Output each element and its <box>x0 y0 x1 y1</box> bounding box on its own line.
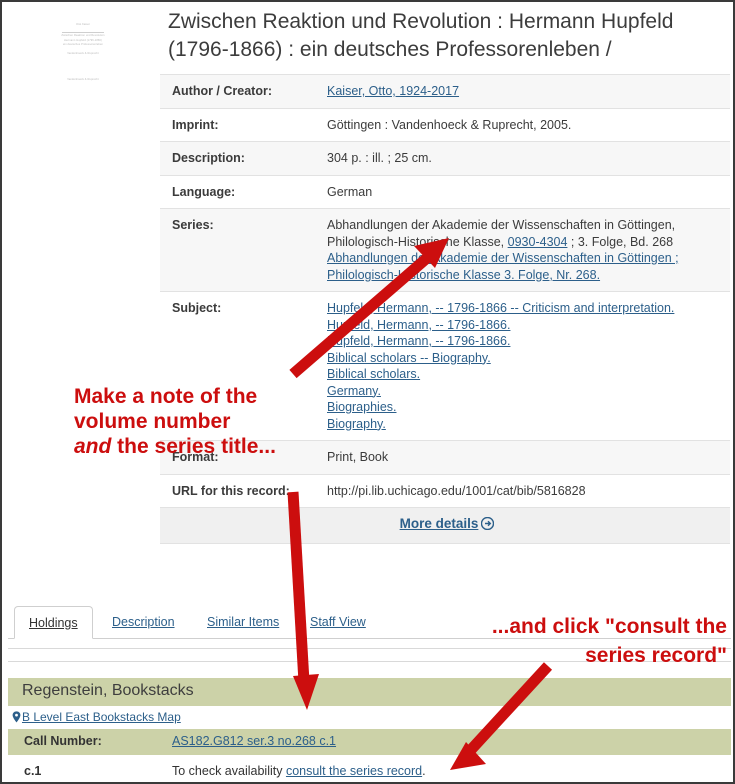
annotation-right-line1: ...and click "consult the <box>491 615 727 638</box>
tab-holdings-label: Holdings <box>29 616 78 630</box>
bookstacks-map-link[interactable]: B Level East Bookstacks Map <box>22 710 181 724</box>
annotation-left-line3: and the series title... <box>74 434 344 459</box>
field-value-format: Print, Book <box>315 440 730 474</box>
tab-similar-items-label: Similar Items <box>207 615 280 629</box>
call-number-label: Call Number: <box>24 734 102 748</box>
field-value-url: http://pi.lib.uchicago.edu/1001/cat/bib/… <box>315 473 730 508</box>
table-row: Imprint: Göttingen : Vandenhoeck & Rupre… <box>160 107 730 142</box>
call-number-value: AS182.G812 ser.3 no.268 c.1 <box>172 734 336 748</box>
field-label-series: Series: <box>160 208 315 292</box>
bib-details-table: Author / Creator: Kaiser, Otto, 1924-201… <box>160 74 730 544</box>
subject-link[interactable]: Hupfeld, Hermann, -- 1796-1866. <box>327 334 510 348</box>
tab-holdings[interactable]: Holdings <box>14 606 93 639</box>
field-value-author: Kaiser, Otto, 1924-2017 <box>315 74 730 108</box>
screenshot-frame: Otto Kaiser Zwischen Reaktion und Revolu… <box>0 0 735 784</box>
subject-link[interactable]: Hupfeld, Hermann, -- 1796-1866. <box>327 318 510 332</box>
cover-line-2: Hermann Hupfeld (1796-1866) <box>64 39 102 42</box>
annotation-left-line2: volume number <box>74 410 231 433</box>
field-label-language: Language: <box>160 174 315 209</box>
call-number-link[interactable]: AS182.G812 ser.3 no.268 c.1 <box>172 734 336 748</box>
holdings-copy-row: c.1 To check availability consult the ser… <box>8 759 731 782</box>
series-title-link[interactable]: Abhandlungen der Akademie der Wissenscha… <box>327 251 679 282</box>
tab-staff-view-label: Staff View <box>310 615 366 629</box>
bibliographic-record: Zwischen Reaktion und Revolution : Herma… <box>160 8 730 544</box>
map-pin-icon <box>12 711 21 726</box>
annotation-right-line2: series record" <box>585 644 727 667</box>
table-row: Description: 304 p. : ill. ; 25 cm. <box>160 141 730 175</box>
tab-staff-view[interactable]: Staff View <box>296 606 380 639</box>
annotation-left: Make a note of the volume number and the… <box>74 384 344 459</box>
subject-link[interactable]: Biblical scholars -- Biography. <box>327 351 491 365</box>
field-label-imprint: Imprint: <box>160 107 315 142</box>
more-details-link[interactable]: More details <box>400 516 479 531</box>
holdings-location-label: Regenstein, Bookstacks <box>22 682 194 699</box>
table-row-series: Series: Abhandlungen der Akademie der Wi… <box>160 208 730 292</box>
annotation-left-line3-rest: the series title... <box>111 435 276 458</box>
tab-description-label: Description <box>112 615 175 629</box>
arrow-right-circle-icon <box>481 516 495 535</box>
page-title: Zwischen Reaktion und Revolution : Herma… <box>168 10 674 61</box>
field-value-subject: Hupfeld, Hermann, -- 1796-1866 -- Critic… <box>315 291 730 441</box>
field-value-series: Abhandlungen der Akademie der Wissenscha… <box>315 208 730 292</box>
copy-label: c.1 <box>24 764 42 778</box>
field-value-language: German <box>315 174 730 209</box>
subject-link[interactable]: Hupfeld, Hermann, -- 1796-1866 -- Critic… <box>327 301 674 315</box>
series-volume-text: ; 3. Folge, Bd. 268 <box>570 234 674 249</box>
tab-similar-items[interactable]: Similar Items <box>193 606 293 639</box>
field-label-description: Description: <box>160 141 315 175</box>
author-link[interactable]: Kaiser, Otto, 1924-2017 <box>327 84 459 98</box>
field-value-imprint: Göttingen : Vandenhoeck & Ruprecht, 2005… <box>315 107 730 142</box>
availability-text: To check availability <box>172 764 286 778</box>
annotation-left-line3-italic: and <box>74 435 112 458</box>
more-details-label: More details <box>399 516 479 531</box>
cover-publisher: Vandenhoeck & Ruprecht <box>67 78 99 81</box>
table-row: Language: German <box>160 174 730 209</box>
field-label-author: Author / Creator: <box>160 74 315 108</box>
book-cover-thumbnail[interactable]: Otto Kaiser Zwischen Reaktion und Revolu… <box>50 10 116 94</box>
more-details-row[interactable]: More details <box>160 507 730 544</box>
catalog-record-page: Otto Kaiser Zwischen Reaktion und Revolu… <box>2 2 733 782</box>
availability-value: To check availability consult the series… <box>172 764 426 778</box>
annotation-right: ...and click "consult the series record" <box>402 612 727 670</box>
field-value-description: 304 p. : ill. ; 25 cm. <box>315 141 730 175</box>
subject-link[interactable]: Biblical scholars. <box>327 367 420 381</box>
holdings-location-header: Regenstein, Bookstacks <box>8 678 731 706</box>
field-label-url: URL for this record: <box>160 473 315 508</box>
annotation-left-line1: Make a note of the <box>74 385 258 408</box>
holdings-map-row: B Level East Bookstacks Map <box>8 710 731 726</box>
more-details-cell[interactable]: More details <box>160 507 730 544</box>
table-row: URL for this record: http://pi.lib.uchic… <box>160 473 730 508</box>
table-row: Author / Creator: Kaiser, Otto, 1924-201… <box>160 74 730 108</box>
cover-line-0: Otto Kaiser <box>75 23 91 26</box>
cover-line-4: Vandenhoeck & Ruprecht <box>67 52 99 55</box>
cover-line-1: Zwischen Reaktion und Revolution <box>61 34 105 37</box>
availability-tail: . <box>422 764 426 778</box>
holdings-call-number-row: Call Number: AS182.G812 ser.3 no.268 c.1 <box>8 729 731 755</box>
tab-description[interactable]: Description <box>98 606 189 639</box>
series-issn-link[interactable]: 0930-4304 <box>508 235 568 249</box>
consult-series-record-link[interactable]: consult the series record <box>286 764 422 778</box>
cover-line-3: ein deutsches Professorenleben <box>62 43 104 46</box>
